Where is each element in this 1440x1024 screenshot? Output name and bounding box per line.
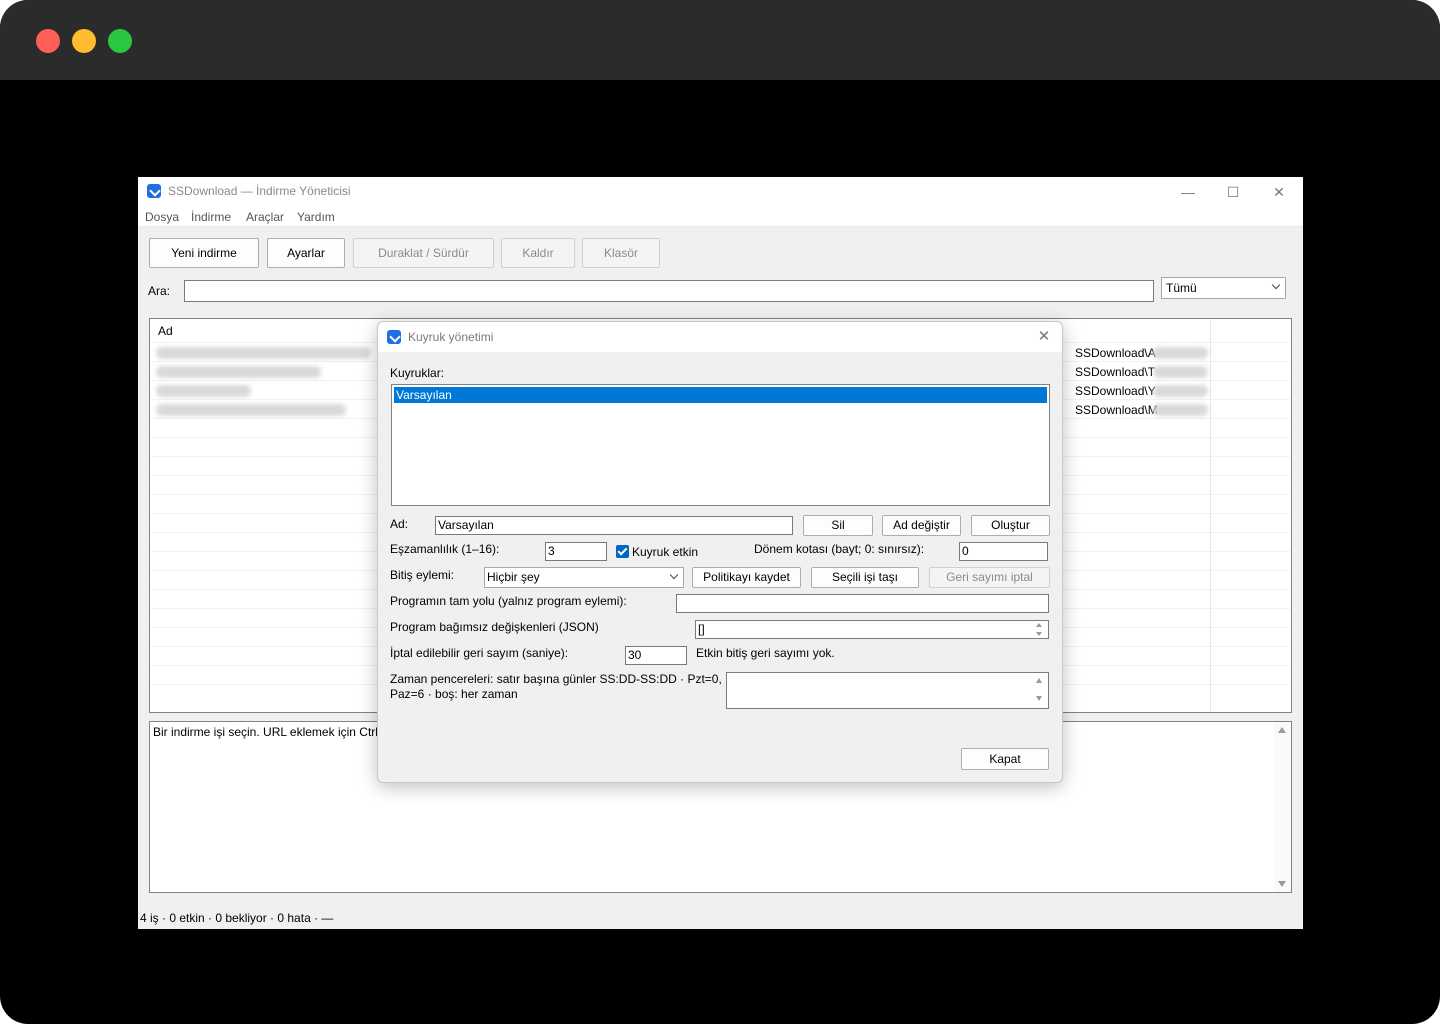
create-queue-button[interactable]: Oluştur — [971, 515, 1050, 536]
close-traffic-light[interactable] — [36, 29, 60, 53]
menu-dosya[interactable]: Dosya — [145, 210, 179, 224]
folder-button[interactable]: Klasör — [582, 238, 660, 268]
time-windows-label-2: Paz=6 · boş: her zaman — [390, 687, 518, 701]
filter-select[interactable]: Tümü — [1161, 277, 1286, 299]
quota-label: Dönem kotası (bayt; 0: sınırsız): — [754, 542, 925, 556]
row-path: SSDownload\Y — [1075, 384, 1156, 398]
queue-name-input[interactable]: Varsayılan — [435, 516, 793, 535]
download-app-icon — [387, 330, 401, 344]
program-path-input[interactable] — [676, 594, 1049, 613]
download-app-icon — [147, 184, 161, 198]
minimize-traffic-light[interactable] — [72, 29, 96, 53]
cancel-countdown-button[interactable]: Geri sayımı iptal — [929, 567, 1050, 588]
blurred-path — [1153, 404, 1208, 416]
log-text: Bir indirme işi seçin. URL eklemek için … — [153, 725, 385, 739]
scroll-up-icon[interactable] — [1278, 727, 1286, 733]
row-path: SSDownload\T — [1075, 365, 1156, 379]
chevron-down-icon — [669, 570, 679, 580]
concurrency-label: Eşzamanlılık (1–16): — [390, 542, 500, 556]
dialog-title: Kuyruk yönetimi — [408, 330, 494, 344]
program-args-value: [] — [698, 622, 705, 636]
blurred-filename — [156, 366, 321, 378]
menu-indirme[interactable]: İndirme — [191, 210, 231, 224]
status-bar: 4 iş · 0 etkin · 0 bekliyor · 0 hata · — — [138, 906, 1303, 929]
concurrency-input[interactable]: 3 — [545, 542, 607, 561]
mac-titlebar — [0, 0, 1440, 80]
row-path: SSDownload\M — [1075, 403, 1158, 417]
search-label: Ara: — [148, 284, 171, 298]
dialog-titlebar: Kuyruk yönetimi ✕ — [378, 322, 1062, 352]
scroll-up-icon[interactable] — [1036, 678, 1042, 683]
quota-input[interactable]: 0 — [959, 542, 1048, 561]
menu-bar: Dosya İndirme Araçlar Yardım — [138, 207, 1303, 227]
window-close-button[interactable]: ✕ — [1264, 182, 1294, 202]
program-args-input[interactable]: [] — [695, 620, 1049, 639]
queue-enabled-label[interactable]: Kuyruk etkin — [632, 545, 698, 559]
close-dialog-button[interactable]: Kapat — [961, 748, 1049, 770]
column-header-name[interactable]: Ad — [158, 324, 173, 338]
program-path-label: Programın tam yolu (yalnız program eylem… — [390, 594, 627, 608]
finish-action-value: Hiçbir şey — [487, 570, 540, 584]
rename-queue-button[interactable]: Ad değiştir — [882, 515, 961, 536]
countdown-input[interactable]: 30 — [625, 646, 687, 665]
queue-item-selected[interactable]: Varsayılan — [394, 387, 1047, 403]
row-path: SSDownload\A — [1075, 346, 1156, 360]
column-divider — [1210, 319, 1211, 712]
chevron-down-icon — [1271, 280, 1281, 290]
blurred-filename — [156, 385, 251, 397]
time-windows-input[interactable] — [726, 672, 1049, 709]
scroll-down-icon[interactable] — [1278, 881, 1286, 887]
new-download-button[interactable]: Yeni indirme — [149, 238, 259, 268]
window-title: SSDownload — İndirme Yöneticisi — [168, 184, 351, 198]
scroll-down-icon[interactable] — [1036, 696, 1042, 701]
remove-button[interactable]: Kaldır — [501, 238, 575, 268]
delete-queue-button[interactable]: Sil — [803, 515, 873, 536]
pause-resume-button[interactable]: Duraklat / Sürdür — [353, 238, 494, 268]
queues-label: Kuyruklar: — [390, 366, 445, 380]
blurred-path — [1153, 366, 1208, 378]
scroll-up-icon[interactable] — [1036, 623, 1042, 627]
finish-action-label: Bitiş eylemi: — [390, 568, 455, 582]
minimize-button[interactable]: — — [1173, 182, 1203, 202]
blurred-path — [1153, 385, 1208, 397]
settings-button[interactable]: Ayarlar — [267, 238, 345, 268]
move-selected-job-button[interactable]: Seçili işi taşı — [811, 567, 919, 588]
countdown-status: Etkin bitiş geri sayımı yok. — [696, 646, 835, 660]
filter-selected-value: Tümü — [1166, 281, 1197, 295]
scroll-down-icon[interactable] — [1036, 632, 1042, 636]
queue-management-dialog: Kuyruk yönetimi ✕ Kuyruklar: Varsayılan … — [377, 321, 1063, 783]
program-args-label: Program bağımsız değişkenleri (JSON) — [390, 620, 599, 634]
dialog-close-icon[interactable]: ✕ — [1034, 327, 1054, 347]
log-scrollbar[interactable] — [1274, 722, 1291, 892]
desktop-frame: SSDownload — İndirme Yöneticisi — ☐ ✕ Do… — [0, 0, 1440, 1024]
blurred-filename — [156, 404, 346, 416]
maximize-button[interactable]: ☐ — [1218, 182, 1248, 202]
blurred-path — [1153, 347, 1208, 359]
search-input[interactable] — [184, 280, 1154, 302]
menu-yardim[interactable]: Yardım — [297, 210, 335, 224]
blurred-filename — [156, 347, 371, 359]
menu-araclar[interactable]: Araçlar — [246, 210, 284, 224]
queues-list[interactable]: Varsayılan — [391, 384, 1050, 506]
finish-action-select[interactable]: Hiçbir şey — [484, 567, 684, 588]
queue-enabled-checkbox[interactable] — [616, 545, 629, 558]
status-text: 4 iş · 0 etkin · 0 bekliyor · 0 hata · — — [140, 911, 334, 925]
zoom-traffic-light[interactable] — [108, 29, 132, 53]
save-policy-button[interactable]: Politikayı kaydet — [692, 567, 801, 588]
time-windows-label-1: Zaman pencereleri: satır başına günler S… — [390, 672, 722, 686]
countdown-label: İptal edilebilir geri sayım (saniye): — [390, 646, 569, 660]
window-titlebar: SSDownload — İndirme Yöneticisi — ☐ ✕ — [138, 177, 1303, 207]
name-label: Ad: — [390, 517, 409, 531]
